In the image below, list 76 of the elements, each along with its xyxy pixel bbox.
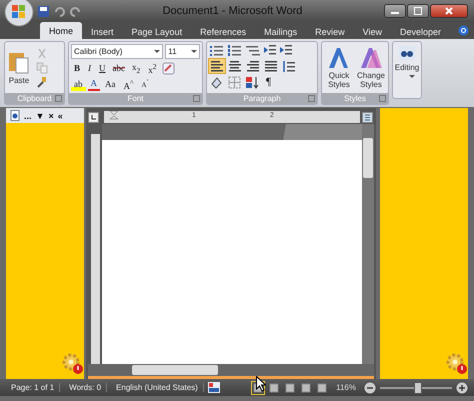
zoom-in-icon[interactable] (456, 382, 468, 394)
document-icon (10, 110, 20, 121)
ribbon-tab[interactable]: View (354, 24, 391, 39)
format-button[interactable]: A (88, 77, 100, 91)
help-icon[interactable] (458, 25, 469, 36)
undo-icon[interactable] (54, 6, 65, 16)
font-size-field[interactable]: 11 (165, 44, 200, 59)
increase-indent-icon[interactable] (279, 44, 293, 57)
format-button[interactable]: A$^{^}$ (120, 77, 137, 91)
close-icon (445, 7, 453, 15)
vertical-scrollbar[interactable] (362, 124, 374, 364)
decrease-indent-icon[interactable] (263, 44, 277, 57)
tab-stop-icon[interactable] (88, 112, 99, 122)
close-button[interactable] (430, 4, 468, 18)
zoom-slider-thumb[interactable] (414, 382, 422, 394)
window-title: Document1 - Microsoft Word (162, 5, 304, 17)
font-name-field[interactable]: Calibri (Body) (71, 44, 164, 59)
line-spacing-icon[interactable] (281, 60, 297, 72)
indent-marker-icon[interactable] (110, 111, 118, 122)
align-icon[interactable] (263, 59, 279, 73)
clear-format-icon[interactable] (162, 62, 175, 74)
ribbon-tab[interactable]: Developer (391, 24, 450, 39)
show-marks-button[interactable]: ¶ (263, 75, 274, 89)
macro-icon[interactable] (208, 382, 220, 393)
zoom-slider[interactable] (380, 382, 452, 394)
group-label: Font (127, 94, 144, 103)
zoom-level[interactable]: 116% (336, 383, 356, 392)
mouse-cursor-icon (256, 376, 266, 392)
bullets-icon[interactable] (209, 44, 225, 57)
editing-button[interactable]: Editing (392, 41, 422, 99)
view-ruler-icon[interactable] (362, 112, 373, 122)
ribbon-tab[interactable]: Review (306, 24, 354, 39)
ribbon-tab[interactable]: Home (40, 22, 82, 39)
maximize-button[interactable] (407, 4, 429, 18)
sort-icon[interactable] (245, 76, 261, 88)
save-icon[interactable] (38, 6, 49, 16)
status-item[interactable]: English (United States) (111, 383, 204, 392)
ribbon-tab[interactable]: References (191, 24, 256, 39)
ribbon-tab[interactable]: Mailings (255, 24, 306, 39)
ribbon-tab[interactable]: Page Layout (122, 24, 192, 39)
format-button[interactable]: B (71, 61, 84, 75)
styles-button[interactable]: Change Styles (356, 46, 386, 90)
dropdown-button[interactable]: ▼ (36, 110, 44, 120)
more-button[interactable]: ... (24, 110, 32, 120)
group-label: Clipboard (17, 94, 52, 103)
format-button[interactable]: x$_{2}$ (129, 61, 144, 75)
collapse-button[interactable]: « (58, 110, 63, 120)
styles-icon (327, 46, 351, 68)
styles-icon (359, 46, 383, 68)
minimize-button[interactable] (384, 4, 406, 18)
binoculars-icon (399, 46, 415, 60)
align-icon[interactable] (209, 59, 225, 73)
horizontal-scrollbar[interactable] (88, 364, 374, 376)
redo-icon[interactable] (70, 6, 81, 16)
format-button[interactable]: Aa (102, 77, 118, 91)
styles-button[interactable]: Quick Styles (324, 46, 354, 90)
maximize-icon (414, 7, 422, 15)
status-item[interactable]: Words: 0 (64, 383, 108, 392)
numbering-icon[interactable] (227, 44, 243, 57)
gear-warning-icon (62, 353, 84, 375)
group-label: Paragraph (243, 94, 281, 103)
align-icon[interactable] (227, 59, 243, 73)
status-item[interactable]: Page: 1 of 1 (6, 383, 60, 392)
align-icon[interactable] (245, 59, 261, 73)
brush-icon[interactable] (36, 76, 48, 88)
format-button[interactable]: U (96, 61, 109, 75)
view-icon[interactable] (252, 382, 264, 394)
format-button[interactable]: I (85, 61, 94, 75)
multilevel-list-icon[interactable] (245, 44, 261, 57)
ribbon-tab[interactable]: Insert (82, 24, 123, 39)
zoom-out-icon[interactable] (364, 382, 376, 394)
close-button[interactable]: × (48, 110, 54, 120)
format-button[interactable]: x$^{2}$ (145, 61, 160, 75)
gear-warning-icon (446, 353, 468, 375)
group-label: Styles (344, 94, 366, 103)
paste-button[interactable]: Paste (7, 49, 31, 86)
